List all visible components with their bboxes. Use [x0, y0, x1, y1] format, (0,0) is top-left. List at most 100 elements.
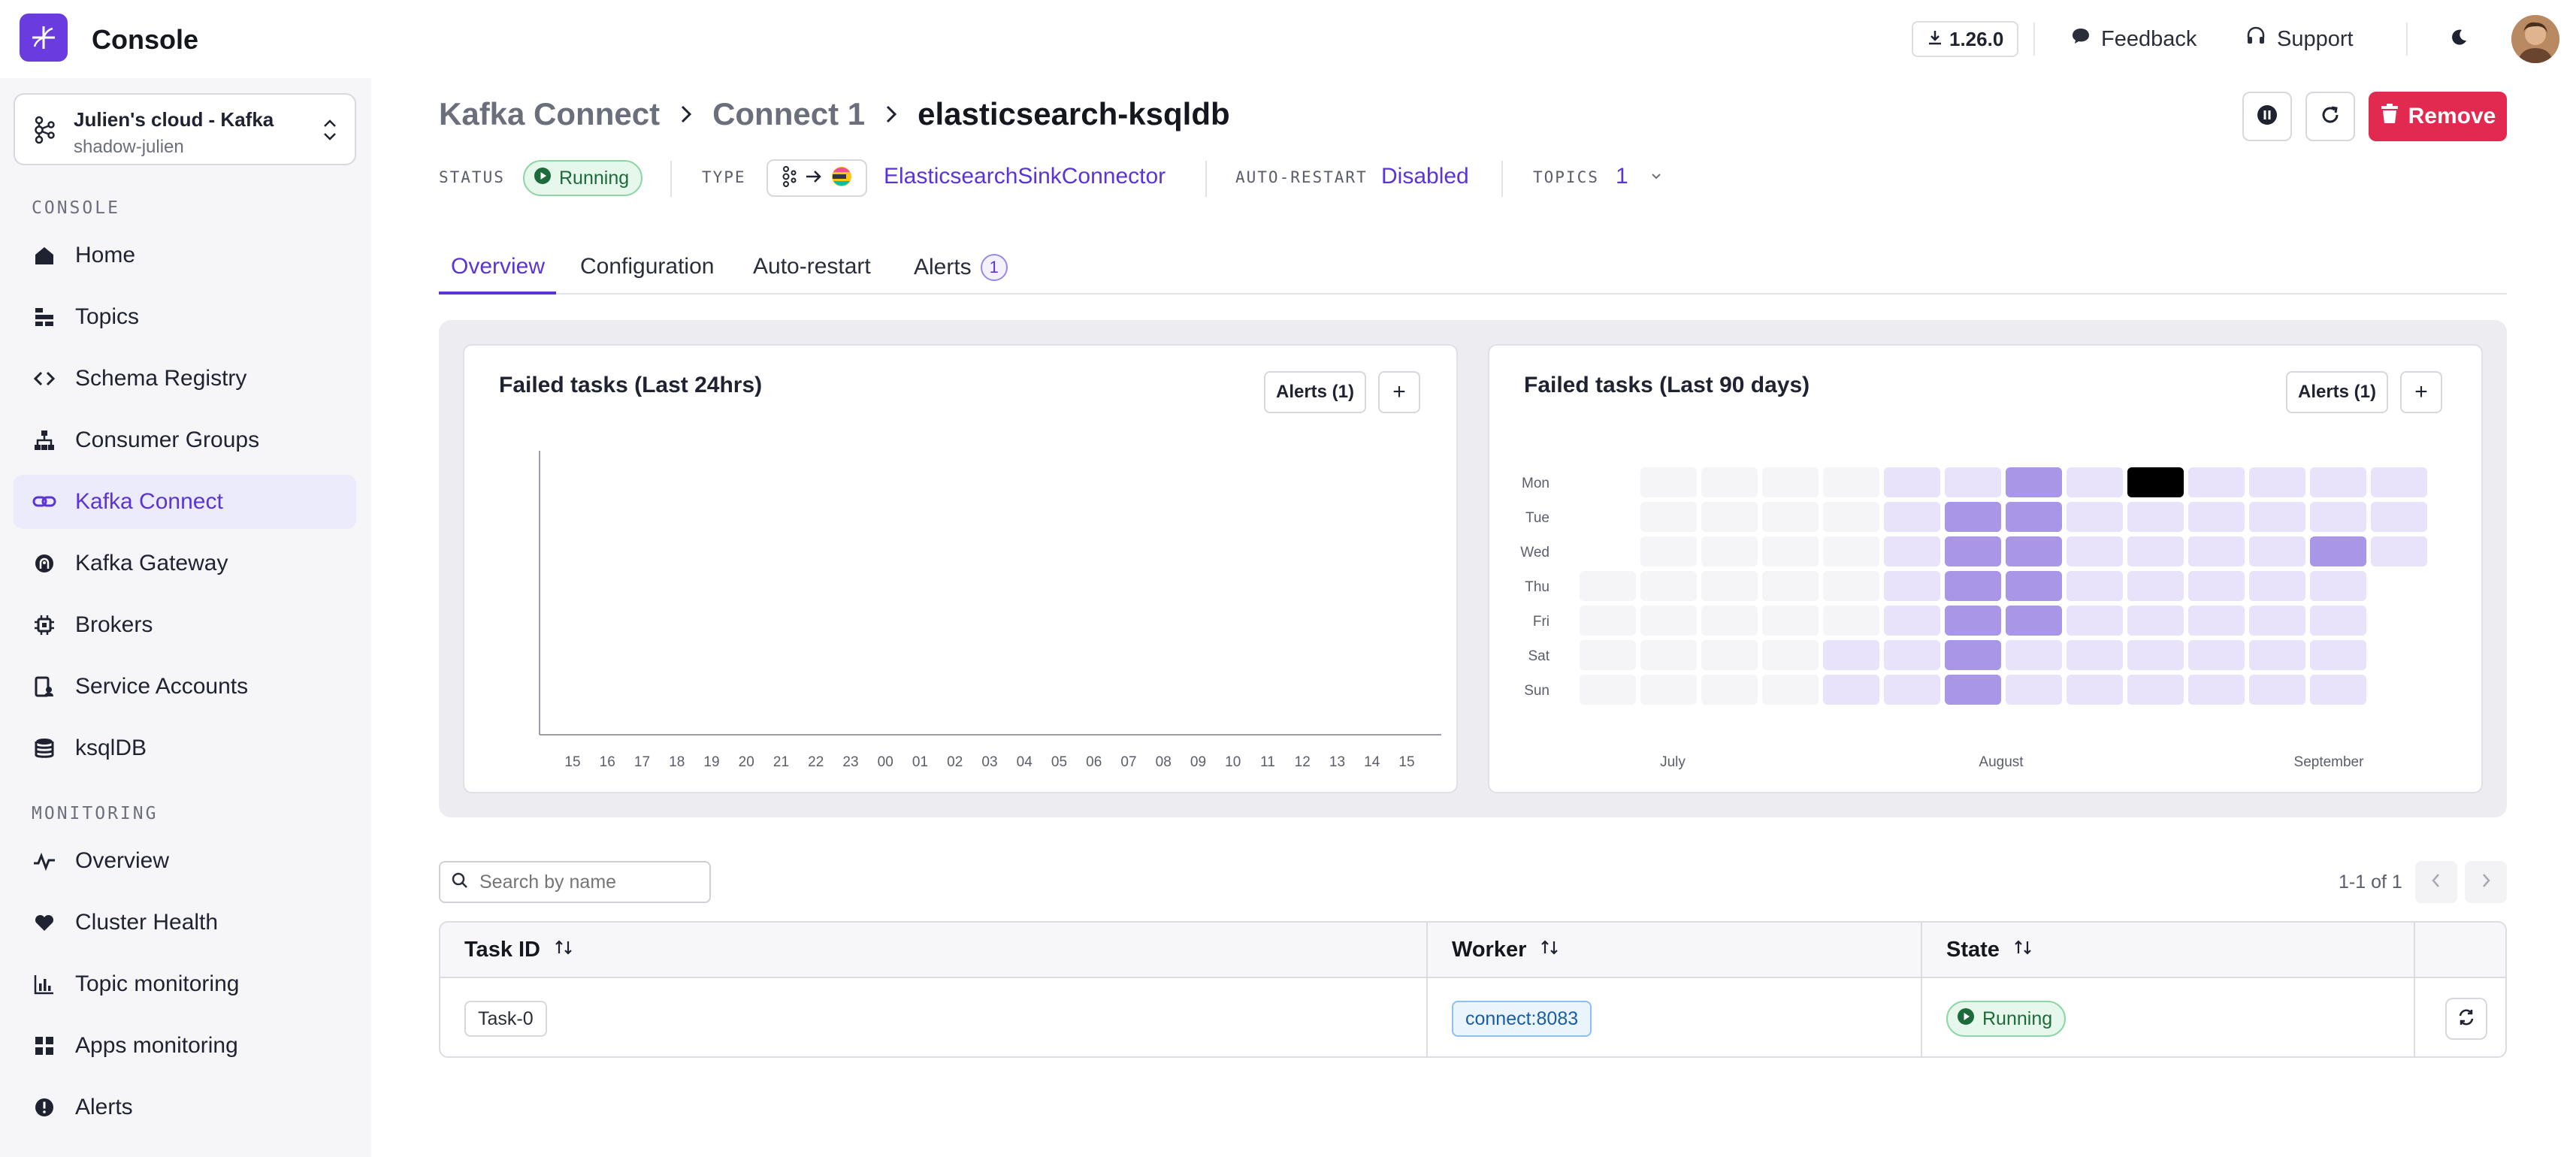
- heatmap-cell[interactable]: [1701, 675, 1758, 705]
- heatmap-cell[interactable]: [2310, 536, 2366, 566]
- sidebar-item-brokers[interactable]: Brokers: [14, 598, 356, 652]
- heatmap-cell[interactable]: [1640, 675, 1697, 705]
- restart-task-button[interactable]: [2445, 998, 2487, 1040]
- heatmap-cell[interactable]: [2006, 502, 2062, 532]
- heatmap-cell[interactable]: [1884, 675, 1940, 705]
- heatmap-cell[interactable]: [2249, 467, 2305, 497]
- heatmap-cell[interactable]: [2006, 536, 2062, 566]
- tab-auto-restart[interactable]: Auto-restart: [753, 254, 871, 279]
- heatmap-cell[interactable]: [2006, 571, 2062, 601]
- sidebar-item-kafka-connect[interactable]: Kafka Connect: [14, 475, 356, 529]
- connector-class-link[interactable]: ElasticsearchSinkConnector: [884, 164, 1166, 189]
- sidebar-item-overview[interactable]: Overview: [14, 834, 356, 888]
- heatmap-cell[interactable]: [1701, 606, 1758, 636]
- autorestart-value-link[interactable]: Disabled: [1381, 164, 1469, 189]
- heatmap-cell[interactable]: [1945, 536, 2001, 566]
- heatmap-cell[interactable]: [2310, 571, 2366, 601]
- heatmap-cell[interactable]: [1762, 536, 1819, 566]
- heatmap-cell[interactable]: [1640, 502, 1697, 532]
- heatmap-cell[interactable]: [1823, 675, 1879, 705]
- cluster-selector[interactable]: Julien's cloud - Kafka shadow-julien: [14, 93, 356, 165]
- heatmap-cell[interactable]: [2249, 606, 2305, 636]
- heatmap-cell[interactable]: [2067, 675, 2123, 705]
- heatmap-cell[interactable]: [2127, 606, 2184, 636]
- heatmap-cell[interactable]: [1884, 571, 1940, 601]
- sidebar-item-apps-monitoring[interactable]: Apps monitoring: [14, 1019, 356, 1073]
- topics-count[interactable]: 1: [1616, 164, 1628, 189]
- support-link[interactable]: Support: [2245, 24, 2354, 54]
- heatmap-cell[interactable]: [2188, 675, 2245, 705]
- heatmap-cell[interactable]: [2310, 502, 2366, 532]
- column-header-worker[interactable]: Worker: [1452, 938, 1559, 962]
- heatmap-cell[interactable]: [2310, 606, 2366, 636]
- heatmap-cell[interactable]: [2249, 536, 2305, 566]
- heatmap-cell[interactable]: [2310, 467, 2366, 497]
- next-page-button[interactable]: [2465, 861, 2507, 903]
- heatmap-cell[interactable]: [1762, 640, 1819, 670]
- heatmap-cell[interactable]: [2127, 675, 2184, 705]
- heatmap-cell[interactable]: [2188, 640, 2245, 670]
- heatmap-cell[interactable]: [2006, 467, 2062, 497]
- heatmap-cell[interactable]: [2067, 536, 2123, 566]
- heatmap-cell[interactable]: [1640, 467, 1697, 497]
- heatmap-cell[interactable]: [2067, 467, 2123, 497]
- heatmap-cell[interactable]: [2188, 502, 2245, 532]
- heatmap-cell[interactable]: [1945, 571, 2001, 601]
- heatmap-cell[interactable]: [1884, 536, 1940, 566]
- heatmap-cell[interactable]: [1701, 571, 1758, 601]
- heatmap-cell[interactable]: [2249, 675, 2305, 705]
- tab-configuration[interactable]: Configuration: [580, 254, 714, 279]
- heatmap-cell[interactable]: [1640, 536, 1697, 566]
- heatmap-cell[interactable]: [2249, 571, 2305, 601]
- heatmap-cell[interactable]: [2067, 640, 2123, 670]
- heatmap-cell[interactable]: [1884, 467, 1940, 497]
- heatmap-cell[interactable]: [2127, 502, 2184, 532]
- search-input[interactable]: [479, 871, 690, 893]
- version-button[interactable]: 1.26.0: [1912, 21, 2019, 57]
- heatmap-cell[interactable]: [1762, 606, 1819, 636]
- heatmap-cell[interactable]: [1640, 606, 1697, 636]
- heatmap-cell[interactable]: [2188, 571, 2245, 601]
- heatmap-cell[interactable]: [1762, 467, 1819, 497]
- heatmap-cell[interactable]: [1580, 640, 1636, 670]
- heatmap-cell[interactable]: [1823, 502, 1879, 532]
- heatmap-cell[interactable]: [2310, 640, 2366, 670]
- sidebar-item-consumer-groups[interactable]: Consumer Groups: [14, 413, 356, 467]
- heatmap-cell[interactable]: [1580, 675, 1636, 705]
- theme-toggle-button[interactable]: [2442, 23, 2475, 56]
- heatmap-cell[interactable]: [1762, 502, 1819, 532]
- heatmap-cell[interactable]: [1884, 502, 1940, 532]
- remove-button[interactable]: Remove: [2369, 92, 2507, 141]
- heatmap-cell[interactable]: [2067, 606, 2123, 636]
- heatmap-cell[interactable]: [1884, 640, 1940, 670]
- heatmap-cell[interactable]: [2371, 536, 2427, 566]
- sidebar-item-service-accounts[interactable]: Service Accounts: [14, 660, 356, 714]
- heatmap-cell[interactable]: [2188, 606, 2245, 636]
- tab-alerts[interactable]: Alerts 1: [914, 254, 1008, 281]
- heatmap-cell[interactable]: [1823, 606, 1879, 636]
- heatmap-cell[interactable]: [2127, 571, 2184, 601]
- heatmap-cell[interactable]: [2127, 640, 2184, 670]
- sidebar-item-topics[interactable]: Topics: [14, 290, 356, 344]
- heatmap-cell[interactable]: [1640, 640, 1697, 670]
- avatar[interactable]: [2511, 15, 2559, 63]
- heatmap-cell[interactable]: [2127, 467, 2184, 497]
- heatmap-cell[interactable]: [1701, 640, 1758, 670]
- heatmap-cell[interactable]: [1945, 502, 2001, 532]
- sidebar-item-cluster-health[interactable]: Cluster Health: [14, 896, 356, 950]
- heatmap-cell[interactable]: [2127, 536, 2184, 566]
- breadcrumb-root-link[interactable]: Kafka Connect: [439, 96, 660, 132]
- heatmap-cell[interactable]: [1762, 675, 1819, 705]
- logo-icon[interactable]: [20, 14, 68, 62]
- sidebar-item-topic-monitoring[interactable]: Topic monitoring: [14, 957, 356, 1011]
- heatmap-cell[interactable]: [2249, 640, 2305, 670]
- heatmap-cell[interactable]: [2006, 606, 2062, 636]
- heatmap-cell[interactable]: [2249, 502, 2305, 532]
- heatmap-cell[interactable]: [1580, 606, 1636, 636]
- column-header-task-id[interactable]: Task ID: [464, 938, 573, 962]
- heatmap-cell[interactable]: [1823, 640, 1879, 670]
- heatmap-cell[interactable]: [1701, 502, 1758, 532]
- heatmap-cell[interactable]: [1640, 571, 1697, 601]
- heatmap-cell[interactable]: [2371, 467, 2427, 497]
- sidebar-item-kafka-gateway[interactable]: Kafka Gateway: [14, 536, 356, 591]
